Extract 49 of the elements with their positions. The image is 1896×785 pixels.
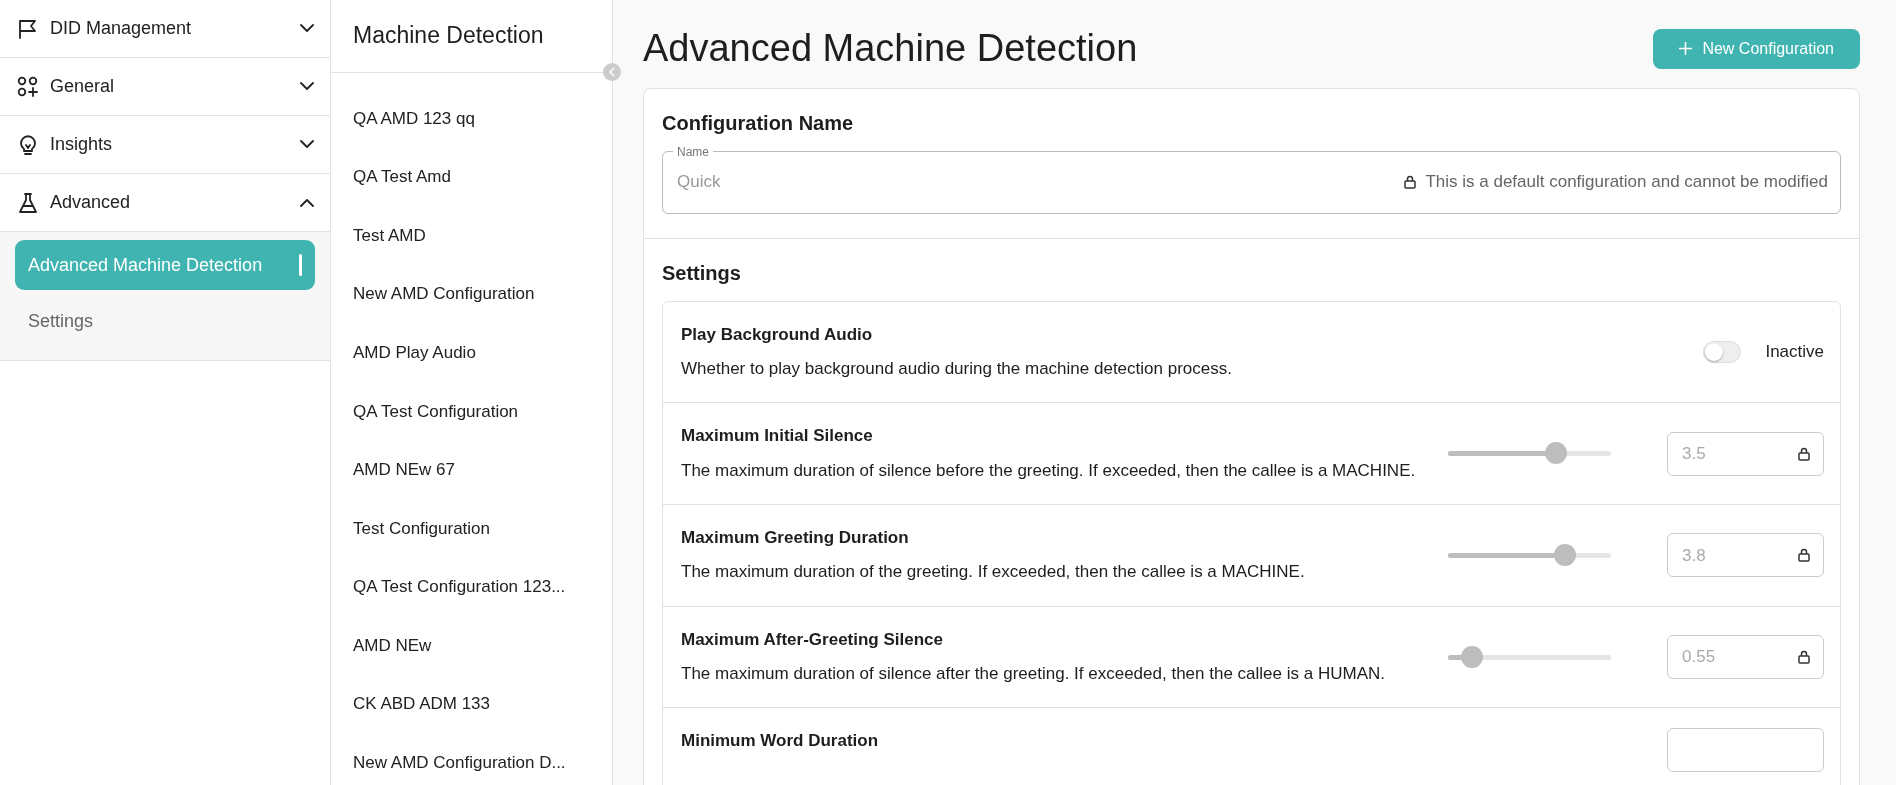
setting-title: Maximum Initial Silence bbox=[681, 425, 874, 448]
lock-icon bbox=[1797, 650, 1811, 664]
chevron-down-icon bbox=[300, 82, 314, 91]
setting-description: The maximum duration of silence after the greeting. If exceeded, then the callee is a HUMAN. bbox=[681, 663, 1386, 686]
configuration-item[interactable]: CK ABD ADM 133 bbox=[331, 674, 612, 734]
locked-note: This is a default configuration and cannot be modified bbox=[1425, 171, 1828, 194]
chevron-up-icon bbox=[300, 198, 314, 207]
collapse-button[interactable] bbox=[603, 63, 621, 81]
setting-description: The maximum duration of silence before the greeting. If exceeded, then the callee is a MACHINE. bbox=[681, 459, 1417, 482]
setting-description: Whether to play background audio during the machine detection process. bbox=[681, 358, 1233, 381]
configuration-item[interactable]: QA Test Configuration 123... bbox=[331, 557, 612, 617]
field-value: Quick bbox=[677, 171, 722, 194]
configuration-item[interactable]: AMD NEw 67 bbox=[331, 440, 612, 500]
field-value: 3.8 bbox=[1682, 544, 1707, 567]
field-value: 0.55 bbox=[1682, 646, 1717, 669]
flask-icon bbox=[16, 190, 40, 215]
slider-thumb[interactable] bbox=[1461, 645, 1484, 668]
slider-thumb[interactable] bbox=[1544, 442, 1567, 465]
chevron-left-icon bbox=[608, 67, 616, 77]
toggle-switch[interactable] bbox=[1703, 340, 1742, 363]
value-field[interactable] bbox=[1667, 728, 1824, 773]
page-title: Advanced Machine Detection bbox=[643, 26, 1138, 71]
configuration-item[interactable]: QA AMD 123 qq bbox=[331, 89, 612, 148]
plus-icon bbox=[1679, 42, 1693, 56]
configuration-item[interactable]: Test AMD bbox=[331, 206, 612, 265]
configuration-item[interactable]: New AMD Configuration D... bbox=[331, 733, 612, 785]
chevron-down-icon bbox=[300, 140, 314, 149]
apps-icon bbox=[16, 74, 40, 99]
setting-title: Play Background Audio bbox=[681, 323, 874, 346]
lock-icon bbox=[1797, 548, 1811, 563]
configuration-item[interactable]: QA Test Configuration bbox=[331, 381, 612, 441]
section-heading: Configuration Name bbox=[662, 110, 855, 135]
toggle-state-label: Inactive bbox=[1765, 341, 1824, 364]
sidebar-item[interactable]: Settings bbox=[15, 296, 315, 346]
configuration-item[interactable]: AMD Play Audio bbox=[331, 323, 612, 382]
configuration-item[interactable]: New AMD Configuration bbox=[331, 264, 612, 324]
slider-thumb[interactable] bbox=[1554, 543, 1577, 566]
configuration-item[interactable]: Test Configuration bbox=[331, 499, 612, 558]
section-heading: Settings bbox=[662, 260, 742, 285]
configuration-item[interactable]: AMD NEw bbox=[331, 616, 612, 675]
setting-title: Maximum Greeting Duration bbox=[681, 526, 910, 549]
field-value: 3.5 bbox=[1682, 442, 1707, 465]
setting-title: Minimum Word Duration bbox=[681, 730, 880, 753]
lock-icon bbox=[1797, 446, 1811, 461]
lock-icon bbox=[1403, 175, 1418, 190]
configuration-item[interactable]: QA Test Amd bbox=[331, 147, 612, 207]
setting-title: Maximum After-Greeting Silence bbox=[681, 628, 944, 651]
chevron-down-icon bbox=[300, 24, 314, 33]
setting-description: The maximum duration of the greeting. If exceeded, then the callee is a MACHINE. bbox=[681, 561, 1306, 584]
